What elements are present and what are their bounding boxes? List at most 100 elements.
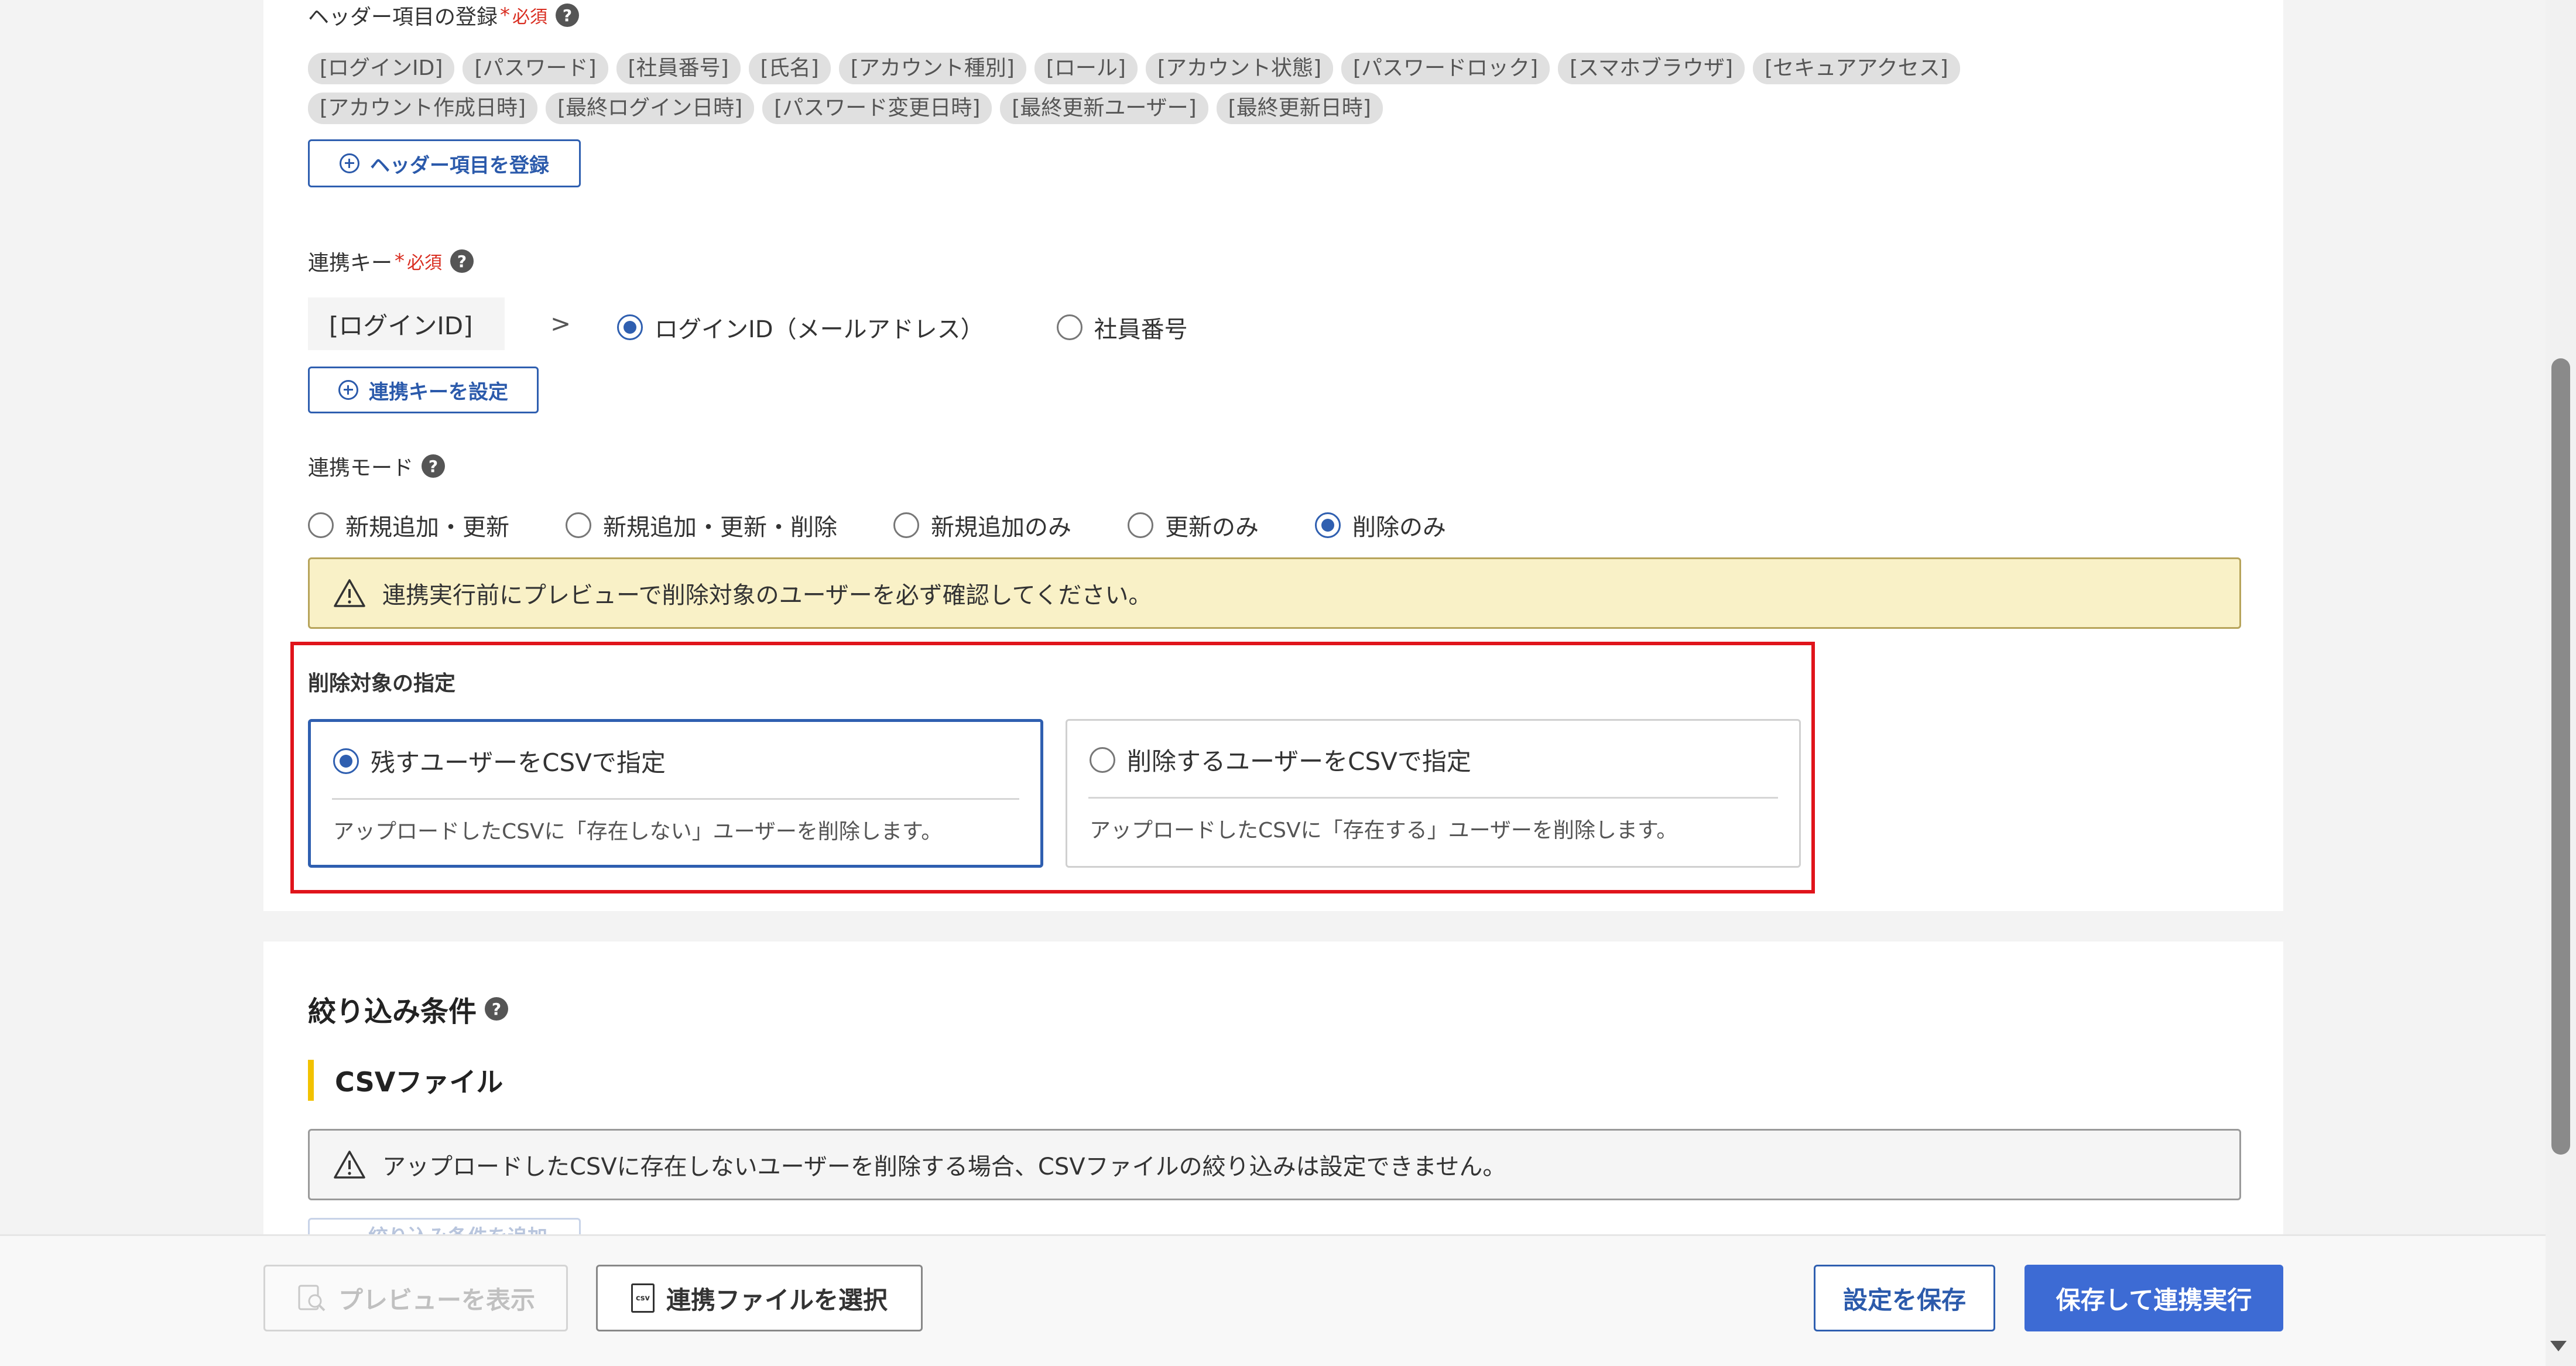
- select-link-file-button[interactable]: csv 連携ファイルを選択: [596, 1265, 923, 1331]
- save-and-run-button-label: 保存して連携実行: [2056, 1285, 2252, 1314]
- radio-selected-icon: [333, 748, 359, 774]
- header-chip: [パスワード]: [463, 53, 608, 84]
- header-items-label: ヘッダー項目の登録: [308, 5, 498, 29]
- divider: [1088, 797, 1778, 799]
- radio-label: ログインID（メールアドレス）: [655, 316, 984, 343]
- preview-search-icon: [298, 1285, 326, 1312]
- header-chip: [パスワード変更日時]: [762, 93, 992, 124]
- link-key-option-employee-no[interactable]: 社員番号: [1056, 310, 1188, 344]
- link-key-options: ログインID（メールアドレス） 社員番号: [617, 310, 1188, 344]
- header-chip: [最終更新日時]: [1216, 93, 1383, 124]
- link-key-option-login-id[interactable]: ログインID（メールアドレス）: [617, 310, 984, 344]
- header-chip: [パスワードロック]: [1341, 53, 1550, 84]
- warning-icon: [334, 1151, 365, 1179]
- header-chips-row-1: [ログインID] [パスワード] [社員番号] [氏名] [アカウント種別] […: [308, 53, 1968, 84]
- delete-target-option-title: 削除するユーザーをCSVで指定: [1127, 747, 1471, 776]
- section-accent-bar: [308, 1060, 314, 1101]
- radio-unselected-icon: [1090, 747, 1115, 773]
- plus-circle-icon: [340, 153, 359, 173]
- required-mark: *: [500, 4, 511, 27]
- preview-button-label: プレビューを表示: [338, 1285, 535, 1314]
- csv-filter-info-alert: アップロードしたCSVに存在しないユーザーを削除する場合、CSVファイルの絞り込…: [308, 1129, 2241, 1200]
- header-chip: [氏名]: [748, 53, 831, 84]
- radio-selected-icon: [617, 314, 643, 340]
- preview-button[interactable]: プレビューを表示: [263, 1265, 568, 1331]
- header-chip: [最終ログイン日時]: [546, 93, 755, 124]
- link-key-label-row: 連携キー * 必須 ?: [308, 246, 474, 276]
- header-chip: [アカウント作成日時]: [308, 93, 538, 124]
- link-mode-option[interactable]: 削除のみ: [1315, 508, 1446, 542]
- divider: [332, 798, 1019, 800]
- help-icon[interactable]: ?: [485, 997, 509, 1021]
- link-mode-options: 新規追加・更新 新規追加・更新・削除 新規追加のみ 更新のみ 削除のみ: [308, 508, 1446, 542]
- required-mark: *: [395, 249, 405, 273]
- csv-file-icon: csv: [631, 1283, 655, 1313]
- radio-selected-icon: [1315, 512, 1341, 538]
- set-link-key-button[interactable]: 連携キーを設定: [308, 367, 539, 413]
- help-icon[interactable]: ?: [450, 249, 474, 273]
- radio-unselected-icon: [566, 512, 591, 538]
- header-chips-row-2: [アカウント作成日時] [最終ログイン日時] [パスワード変更日時] [最終更新…: [308, 93, 1391, 124]
- filter-title-row: 絞り込み条件 ?: [308, 988, 509, 1029]
- link-mode-option[interactable]: 新規追加・更新: [308, 508, 509, 542]
- link-mode-label-row: 連携モード ?: [308, 451, 446, 481]
- help-icon[interactable]: ?: [422, 454, 446, 478]
- radio-label: 新規追加のみ: [931, 514, 1071, 541]
- delete-target-option-description: アップロードしたCSVに「存在する」ユーザーを削除します。: [1090, 819, 1678, 843]
- link-key-label: 連携キー: [308, 251, 393, 275]
- required-text: 必須: [512, 7, 548, 28]
- scroll-down-arrow-icon[interactable]: [2550, 1341, 2567, 1351]
- delete-target-option-head: 残すユーザーをCSVで指定: [333, 743, 666, 779]
- help-icon[interactable]: ?: [556, 4, 580, 27]
- header-chip: [アカウント種別]: [838, 53, 1026, 84]
- save-settings-button[interactable]: 設定を保存: [1814, 1265, 1995, 1331]
- chevron-right-icon: >: [550, 309, 571, 338]
- radio-unselected-icon: [893, 512, 919, 538]
- link-key-source-field: [ログインID]: [308, 297, 505, 350]
- csv-file-subtitle: CSVファイル: [335, 1066, 503, 1098]
- header-chip: [ログインID]: [308, 53, 455, 84]
- page: ヘッダー項目の登録 * 必須 ? [ログインID] [パスワード] [社員番号]…: [0, 0, 2576, 1366]
- delete-warning-text: 連携実行前にプレビューで削除対象のユーザーを必ず確認してください。: [382, 582, 1152, 609]
- delete-target-option-keep[interactable]: 残すユーザーをCSVで指定 アップロードしたCSVに「存在しない」ユーザーを削除…: [308, 719, 1043, 868]
- link-mode-label: 連携モード: [308, 456, 414, 480]
- radio-label: 新規追加・更新・削除: [603, 514, 837, 541]
- delete-target-option-delete[interactable]: 削除するユーザーをCSVで指定 アップロードしたCSVに「存在する」ユーザーを削…: [1066, 719, 1801, 868]
- link-mode-option[interactable]: 更新のみ: [1128, 508, 1259, 542]
- delete-target-option-description: アップロードしたCSVに「存在しない」ユーザーを削除します。: [333, 820, 943, 844]
- radio-unselected-icon: [1056, 314, 1083, 340]
- radio-unselected-icon: [1128, 512, 1153, 538]
- header-chip: [最終更新ユーザー]: [1000, 93, 1208, 124]
- header-chip: [アカウント状態]: [1145, 53, 1333, 84]
- delete-target-option-title: 残すユーザーをCSVで指定: [371, 748, 666, 777]
- header-chip: [スマホブラウザ]: [1558, 53, 1745, 84]
- csv-filter-info-text: アップロードしたCSVに存在しないユーザーを削除する場合、CSVファイルの絞り込…: [382, 1153, 1506, 1180]
- register-header-button-label: ヘッダー項目を登録: [370, 153, 549, 177]
- delete-target-label: 削除対象の指定: [308, 672, 456, 696]
- required-text: 必須: [407, 253, 443, 273]
- scrollbar-thumb[interactable]: [2551, 358, 2570, 1155]
- link-mode-option[interactable]: 新規追加のみ: [893, 508, 1071, 542]
- set-link-key-button-label: 連携キーを設定: [369, 380, 508, 404]
- header-chip: [ロール]: [1034, 53, 1138, 84]
- link-key-source-label: [ログインID]: [329, 311, 473, 340]
- radio-label: 新規追加・更新: [345, 514, 509, 541]
- csv-file-icon-text: csv: [636, 1293, 650, 1303]
- header-chip: [社員番号]: [616, 53, 741, 84]
- radio-label: 社員番号: [1094, 316, 1188, 343]
- header-chip: [セキュアアクセス]: [1753, 53, 1960, 84]
- save-and-run-button[interactable]: 保存して連携実行: [2025, 1265, 2283, 1331]
- delete-warning-alert: 連携実行前にプレビューで削除対象のユーザーを必ず確認してください。: [308, 557, 2241, 629]
- radio-label: 削除のみ: [1352, 514, 1446, 541]
- radio-label: 更新のみ: [1165, 514, 1259, 541]
- radio-unselected-icon: [308, 512, 334, 538]
- save-settings-button-label: 設定を保存: [1842, 1285, 1966, 1314]
- register-header-button[interactable]: ヘッダー項目を登録: [308, 139, 581, 187]
- link-mode-option[interactable]: 新規追加・更新・削除: [566, 508, 837, 542]
- warning-icon: [334, 579, 365, 607]
- delete-target-option-head: 削除するユーザーをCSVで指定: [1090, 742, 1471, 778]
- plus-circle-icon: [338, 380, 358, 400]
- filter-title: 絞り込み条件: [308, 995, 477, 1028]
- header-items-label-row: ヘッダー項目の登録 * 必須 ?: [308, 0, 580, 30]
- select-link-file-button-label: 連携ファイルを選択: [666, 1285, 888, 1314]
